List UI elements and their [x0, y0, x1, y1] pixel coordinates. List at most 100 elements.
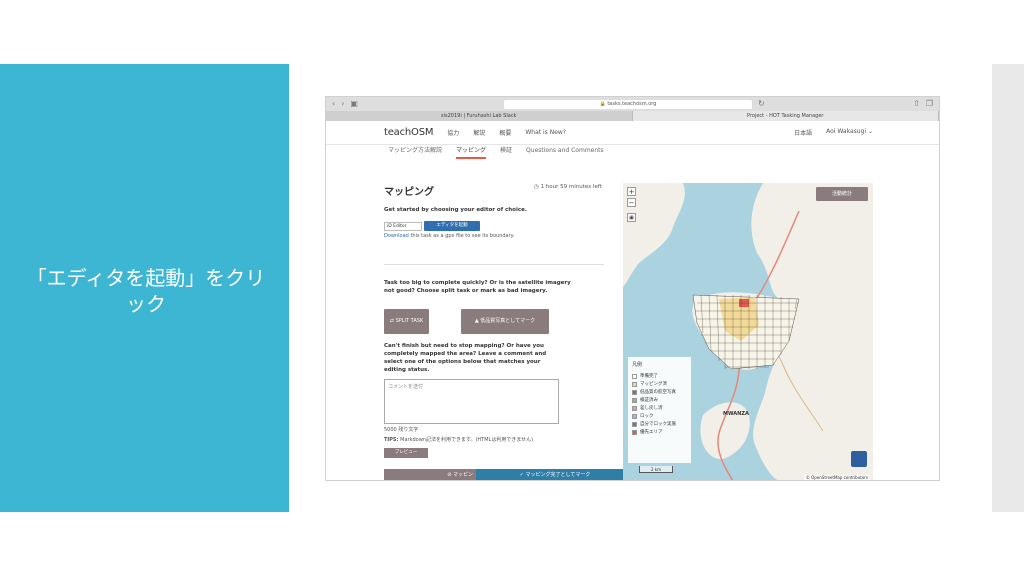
stop-icon: ⊘ — [447, 472, 452, 478]
legend-item: 検証済み — [632, 396, 687, 404]
back-icon[interactable]: ‹ — [332, 100, 335, 108]
nav-item-contribute[interactable]: 協力 — [447, 128, 459, 137]
chevron-down-icon: ⌄ — [867, 128, 873, 135]
legend-label: 低品質の航空写真 — [640, 390, 676, 395]
project-subnav: マッピング方法解説 マッピング 検証 Questions and Comment… — [326, 145, 939, 159]
legend-item: 優先エリア — [632, 428, 687, 436]
zoom-in-icon[interactable]: + — [627, 187, 636, 196]
reload-icon[interactable]: ↻ — [758, 100, 765, 108]
browser-tab-tasking-manager[interactable]: Project - HOT Tasking Manager — [632, 111, 939, 121]
split-buttons: ⇄ SPLIT TASK ▲ 低品質写真としてマーク — [384, 309, 604, 334]
legend-label: 優先エリア — [640, 430, 663, 435]
timer-text: 1 hour 59 minutes left — [540, 184, 602, 190]
app-header: teachOSM 協力 解説 概要 What is New? 日本語 Aoi W… — [326, 121, 939, 145]
bad-imagery-button[interactable]: ▲ 低品質写真としてマーク — [461, 309, 549, 334]
map-legend: 凡例 準備完了 マッピング済 低品質の航空写真 検証済み 差し戻し済 ロック 自… — [628, 357, 691, 463]
lock-icon: 🔒 — [599, 100, 606, 107]
place-label: MWANZA — [723, 411, 749, 417]
share-icon[interactable]: ⇧ — [913, 100, 920, 108]
check-icon: ✓ — [519, 472, 524, 478]
activity-stats-button[interactable]: 活動統計 — [816, 187, 868, 201]
editor-intro: Get started by choosing your editor of c… — [384, 207, 527, 213]
char-limit: 5000 残り文字 — [384, 427, 419, 433]
mark-done-button[interactable]: ✓ マッピング完了としてマーク — [476, 469, 634, 480]
launch-editor-button[interactable]: エディタを起動 — [424, 221, 480, 231]
legend-item: 自分でロック実施 — [632, 420, 687, 428]
legend-swatch — [632, 421, 637, 427]
tab-validation[interactable]: 検証 — [500, 145, 512, 159]
layers-icon[interactable] — [851, 451, 867, 467]
legend-label: 準備完了 — [640, 374, 658, 379]
fullscreen-icon[interactable]: ▣ — [627, 213, 636, 222]
user-menu[interactable]: Aoi Wakasugi ⌄ — [826, 128, 873, 137]
bottom-actions: ⊘ マッピン ✓ マッピング完了としてマーク — [384, 469, 634, 480]
legend-swatch — [632, 381, 637, 387]
nav-item-whats-new[interactable]: What is New? — [525, 129, 566, 136]
split-task-label: SPLIT TASK — [395, 318, 424, 324]
time-remaining: ◷ 1 hour 59 minutes left — [534, 184, 602, 190]
legend-item: マッピング済 — [632, 380, 687, 388]
nav-item-about[interactable]: 概要 — [499, 128, 511, 137]
legend-swatch — [632, 373, 637, 379]
right-strip — [992, 64, 1024, 512]
legend-item: ロック — [632, 412, 687, 420]
preview-button[interactable]: プレビュー — [384, 448, 428, 458]
legend-swatch — [632, 429, 637, 435]
tabs-icon[interactable]: ❐ — [926, 100, 933, 108]
tips-label: TIPS: — [384, 437, 399, 443]
split-question: Task too big to complete quickly? Or is … — [384, 280, 571, 294]
editor-row: iD Editor エディタを起動 — [384, 221, 604, 231]
map-scale: 2 km — [639, 466, 673, 473]
browser-toolbar: ‹ › ▣ 🔒 tasks.teachosm.org ↻ ⇧ ❐ — [326, 97, 939, 111]
sidebar-icon[interactable]: ▣ — [350, 100, 358, 108]
clock-icon: ◷ — [534, 184, 539, 190]
forward-icon[interactable]: › — [341, 100, 344, 108]
split-icon: ⇄ — [389, 318, 394, 324]
language-selector[interactable]: 日本語 — [794, 128, 812, 137]
warning-icon: ▲ — [474, 318, 479, 324]
legend-swatch — [632, 405, 637, 411]
legend-swatch — [632, 413, 637, 419]
download-link[interactable]: Download — [384, 233, 409, 239]
comment-input[interactable]: コメントを送付 — [384, 379, 559, 424]
legend-item: 準備完了 — [632, 372, 687, 380]
stop-question: Can't finish but need to stop mapping? O… — [384, 343, 547, 373]
nav-item-learn[interactable]: 解説 — [473, 128, 485, 137]
map-attribution: © OpenStreetMap contributors — [803, 475, 870, 480]
browser-tabs: sis2019i | Furuhashi Lab Slack Project -… — [326, 111, 939, 121]
legend-label: ロック — [640, 414, 654, 419]
download-note: Download this task as a gpx file to see … — [384, 233, 604, 240]
tips: TIPS: Markdown記法を利用できます。(HTMLは利用できません) — [384, 437, 604, 444]
tab-instructions[interactable]: マッピング方法解説 — [388, 145, 442, 159]
stop-mapping-label: マッピン — [452, 472, 473, 478]
divider — [384, 264, 604, 265]
mark-done-label: マッピング完了としてマーク — [525, 472, 591, 478]
split-task-button[interactable]: ⇄ SPLIT TASK — [384, 309, 429, 334]
zoom-out-icon[interactable]: − — [627, 198, 636, 207]
tab-questions[interactable]: Questions and Comments — [526, 145, 604, 159]
legend-title: 凡例 — [632, 362, 643, 368]
legend-item: 差し戻し済 — [632, 404, 687, 412]
legend-item: 低品質の航空写真 — [632, 388, 687, 396]
tips-text: Markdown記法を利用できます。(HTMLは利用できません) — [398, 437, 534, 443]
legend-swatch — [632, 389, 637, 395]
tab-mapping[interactable]: マッピング — [456, 145, 487, 159]
browser-window: ‹ › ▣ 🔒 tasks.teachosm.org ↻ ⇧ ❐ sis2019… — [325, 96, 940, 481]
bad-imagery-label: 低品質写真としてマーク — [480, 318, 536, 324]
editor-select[interactable]: iD Editor — [384, 221, 422, 231]
legend-label: 自分でロック実施 — [640, 422, 676, 427]
slide: 「エディタを起動」をクリック ‹ › ▣ 🔒 tasks.teachosm.or… — [0, 0, 1024, 576]
mapping-panel: マッピング ◷ 1 hour 59 minutes left Get start… — [384, 183, 604, 458]
url-text: tasks.teachosm.org — [607, 100, 657, 107]
teachosm-logo[interactable]: teachOSM — [384, 127, 433, 138]
slide-caption: 「エディタを起動」をクリック — [26, 266, 266, 316]
download-text: this task as a gpx file to see its bound… — [408, 233, 515, 239]
user-name: Aoi Wakasugi — [826, 128, 867, 135]
stop-mapping-button[interactable]: ⊘ マッピン — [384, 469, 476, 480]
browser-tab-slack[interactable]: sis2019i | Furuhashi Lab Slack — [326, 111, 633, 121]
legend-swatch — [632, 397, 637, 403]
task-map[interactable]: 活動統計 + − ▣ MWANZA 凡例 準備完了 マッピング済 低品質の航空写… — [623, 183, 873, 480]
legend-label: マッピング済 — [640, 382, 667, 387]
address-bar[interactable]: 🔒 tasks.teachosm.org — [503, 99, 752, 109]
legend-label: 検証済み — [640, 398, 658, 403]
